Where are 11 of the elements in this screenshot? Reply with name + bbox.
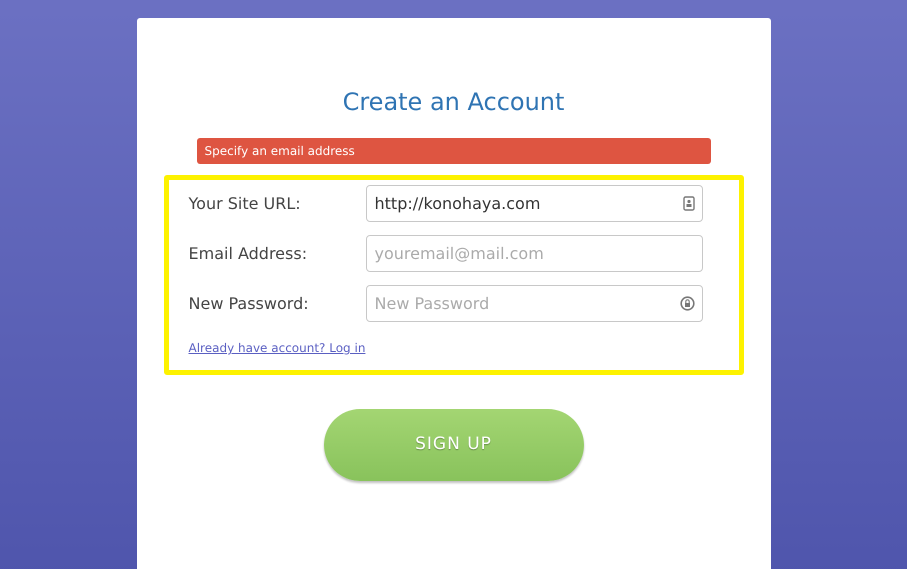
lock-icon bbox=[680, 295, 694, 312]
error-message: Specify an email address bbox=[196, 138, 710, 164]
input-field[interactable]: http://konohaya.com bbox=[366, 185, 702, 222]
contact-card-icon bbox=[682, 196, 694, 211]
input-field[interactable]: New Password bbox=[366, 285, 702, 322]
field-label: Your Site URL: bbox=[188, 192, 302, 214]
field-label: Email Address: bbox=[188, 242, 308, 264]
input-field[interactable]: youremail@mail.com bbox=[366, 235, 702, 272]
login-link[interactable]: Already have account? Log in bbox=[188, 339, 366, 357]
form-title: Create an Account bbox=[342, 88, 564, 116]
field-label: New Password: bbox=[188, 292, 310, 314]
